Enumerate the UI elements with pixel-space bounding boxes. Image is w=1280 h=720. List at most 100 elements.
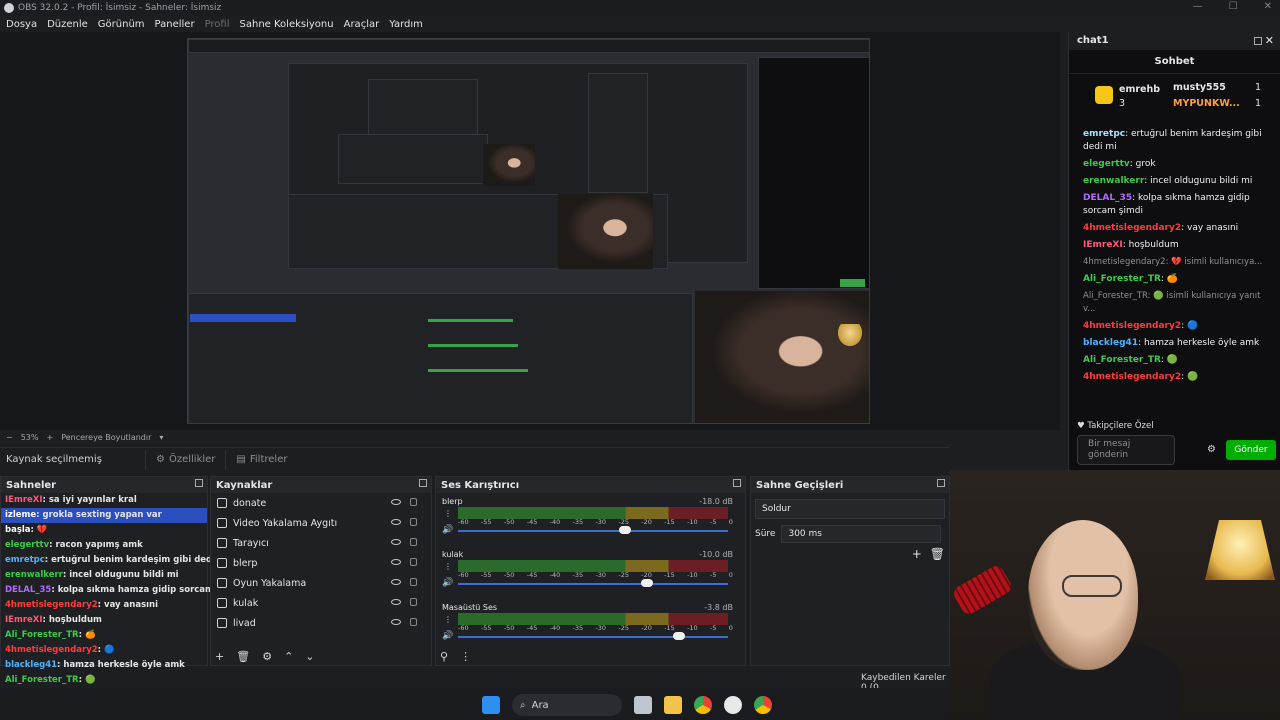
- source-item[interactable]: donate: [211, 493, 431, 513]
- scene-item[interactable]: 4hmetislegendary2: vay anasıni: [1, 598, 207, 613]
- speaker-icon[interactable]: 🔊: [442, 525, 453, 535]
- windows-start-icon[interactable]: [482, 696, 500, 714]
- lock-icon[interactable]: [410, 558, 417, 566]
- scene-item[interactable]: emretpc: ertuğrul benim kardeşim gibi de…: [1, 553, 230, 568]
- close-icon[interactable]: ✕: [1264, 1, 1272, 12]
- menu-scene-collection[interactable]: Sahne Koleksiyonu: [240, 19, 334, 30]
- chat-username[interactable]: DELAL_35: [1083, 193, 1132, 203]
- duration-input[interactable]: 300 ms: [781, 525, 942, 543]
- chat-username[interactable]: blackleg41: [1083, 338, 1138, 348]
- obs-icon[interactable]: [724, 696, 742, 714]
- chat-username[interactable]: elegerttv: [1083, 159, 1130, 169]
- menu-docks[interactable]: Paneller: [155, 19, 195, 30]
- menu-file[interactable]: Dosya: [6, 19, 37, 30]
- add-source-button[interactable]: +: [215, 650, 224, 663]
- chat-username[interactable]: 4hmetislegendary2: 💔 isimli kullanıcıya.…: [1083, 257, 1262, 267]
- chat-username[interactable]: Ali_Forester_TR: 🟢 isimli kullanıcıya ya…: [1083, 291, 1260, 314]
- more-options-icon[interactable]: ⋮: [460, 650, 471, 663]
- preview-canvas[interactable]: [187, 38, 870, 424]
- scene-item[interactable]: elegerttv: racon yapımş amk: [1, 538, 207, 553]
- undock-icon[interactable]: [419, 479, 427, 487]
- volume-slider[interactable]: [458, 530, 728, 532]
- move-up-button[interactable]: ⌃: [284, 650, 293, 663]
- add-transition-button[interactable]: +: [912, 547, 922, 561]
- maximize-icon[interactable]: ☐: [1229, 1, 1238, 12]
- scene-item[interactable]: 4hmetislegendary2: 🔵: [1, 643, 207, 658]
- task-view-icon[interactable]: [634, 696, 652, 714]
- transition-select[interactable]: Soldur: [755, 499, 945, 519]
- properties-button[interactable]: ⚙ Özellikler: [145, 449, 225, 470]
- scene-item[interactable]: izleme: grokla sexting yapan var: [1, 508, 207, 523]
- scene-item[interactable]: erenwalkerr: incel oldugunu bildi mi: [1, 568, 207, 583]
- undock-icon[interactable]: [937, 479, 945, 487]
- eye-icon[interactable]: [391, 619, 401, 625]
- source-item[interactable]: Video Yakalama Aygıtı: [211, 513, 431, 533]
- eye-icon[interactable]: [391, 579, 401, 585]
- zoom-in-button[interactable]: +: [46, 433, 53, 442]
- chat-username[interactable]: erenwalkerr: [1083, 176, 1144, 186]
- lock-icon[interactable]: [410, 538, 417, 546]
- source-item[interactable]: blerp: [211, 553, 431, 573]
- close-icon[interactable]: ✕: [1265, 32, 1274, 50]
- menu-profile[interactable]: Profil: [205, 19, 230, 30]
- menu-tools[interactable]: Araçlar: [344, 19, 380, 30]
- chat-username[interactable]: 4hmetislegendary2: [1083, 321, 1181, 331]
- trash-icon[interactable]: 🗑: [930, 547, 945, 561]
- chevron-down-icon[interactable]: ▾: [159, 433, 163, 442]
- chat-username[interactable]: IEmreXI: [1083, 240, 1123, 250]
- zoom-out-button[interactable]: −: [6, 433, 13, 442]
- source-item[interactable]: kulak: [211, 593, 431, 613]
- chat-username[interactable]: emretpc: [1083, 129, 1125, 139]
- gear-icon[interactable]: ⚙: [262, 650, 272, 663]
- source-item[interactable]: Oyun Yakalama: [211, 573, 431, 593]
- filters-button[interactable]: ▤ Filtreler: [225, 449, 297, 470]
- scene-item[interactable]: DELAL_35: kolpa sıkma hamza gidip sorcam…: [1, 583, 243, 598]
- eye-icon[interactable]: [391, 559, 401, 565]
- lock-icon[interactable]: [410, 518, 417, 526]
- gear-icon[interactable]: ⚙: [1207, 444, 1216, 455]
- chrome-icon[interactable]: [694, 696, 712, 714]
- eye-icon[interactable]: [391, 499, 401, 505]
- scene-item[interactable]: Ali_Forester_TR: 🍊: [1, 628, 207, 643]
- scene-item[interactable]: IEmreXI: hoşbuldum: [1, 613, 207, 628]
- lock-icon[interactable]: [410, 578, 417, 586]
- scene-item[interactable]: IEmreXI: sa iyi yayınlar kral: [1, 493, 207, 508]
- more-options-icon[interactable]: ⋮: [444, 562, 452, 571]
- minimize-icon[interactable]: —: [1193, 1, 1203, 12]
- lock-icon[interactable]: [410, 498, 417, 506]
- chat-username[interactable]: Ali_Forester_TR: [1083, 274, 1161, 284]
- volume-slider[interactable]: [458, 636, 728, 638]
- taskbar-search[interactable]: ⌕ Ara: [512, 694, 622, 716]
- menu-help[interactable]: Yardım: [389, 19, 423, 30]
- chat-username[interactable]: Ali_Forester_TR: [1083, 355, 1161, 365]
- volume-knob[interactable]: [673, 632, 686, 640]
- undock-icon[interactable]: [1254, 37, 1262, 45]
- more-options-icon[interactable]: ⋮: [444, 615, 452, 624]
- undock-icon[interactable]: [195, 479, 203, 487]
- eye-icon[interactable]: [391, 599, 401, 605]
- source-item[interactable]: Tarayıcı: [211, 533, 431, 553]
- send-button[interactable]: Gönder: [1226, 440, 1276, 460]
- source-item[interactable]: livad: [211, 613, 431, 633]
- chrome-icon-2[interactable]: [754, 696, 772, 714]
- volume-knob[interactable]: [619, 526, 632, 534]
- eye-icon[interactable]: [391, 519, 401, 525]
- chat-username[interactable]: 4hmetislegendary2: [1083, 372, 1181, 382]
- volume-slider[interactable]: [458, 583, 728, 585]
- menu-view[interactable]: Görünüm: [98, 19, 145, 30]
- file-explorer-icon[interactable]: [664, 696, 682, 714]
- eye-icon[interactable]: [391, 539, 401, 545]
- scene-item[interactable]: başla: 💔: [1, 523, 207, 538]
- lock-icon[interactable]: [410, 598, 417, 606]
- menu-edit[interactable]: Düzenle: [47, 19, 88, 30]
- move-down-button[interactable]: ⌄: [305, 650, 314, 663]
- speaker-icon[interactable]: 🔊: [442, 631, 453, 641]
- undock-icon[interactable]: [733, 479, 741, 487]
- speaker-icon[interactable]: 🔊: [442, 578, 453, 588]
- chat-username[interactable]: 4hmetislegendary2: [1083, 223, 1181, 233]
- chat-input[interactable]: Bir mesaj gönderin: [1077, 435, 1175, 465]
- more-options-icon[interactable]: ⋮: [444, 509, 452, 518]
- link-icon[interactable]: ⚲: [440, 650, 448, 663]
- trash-icon[interactable]: 🗑: [236, 650, 250, 663]
- volume-knob[interactable]: [641, 579, 653, 587]
